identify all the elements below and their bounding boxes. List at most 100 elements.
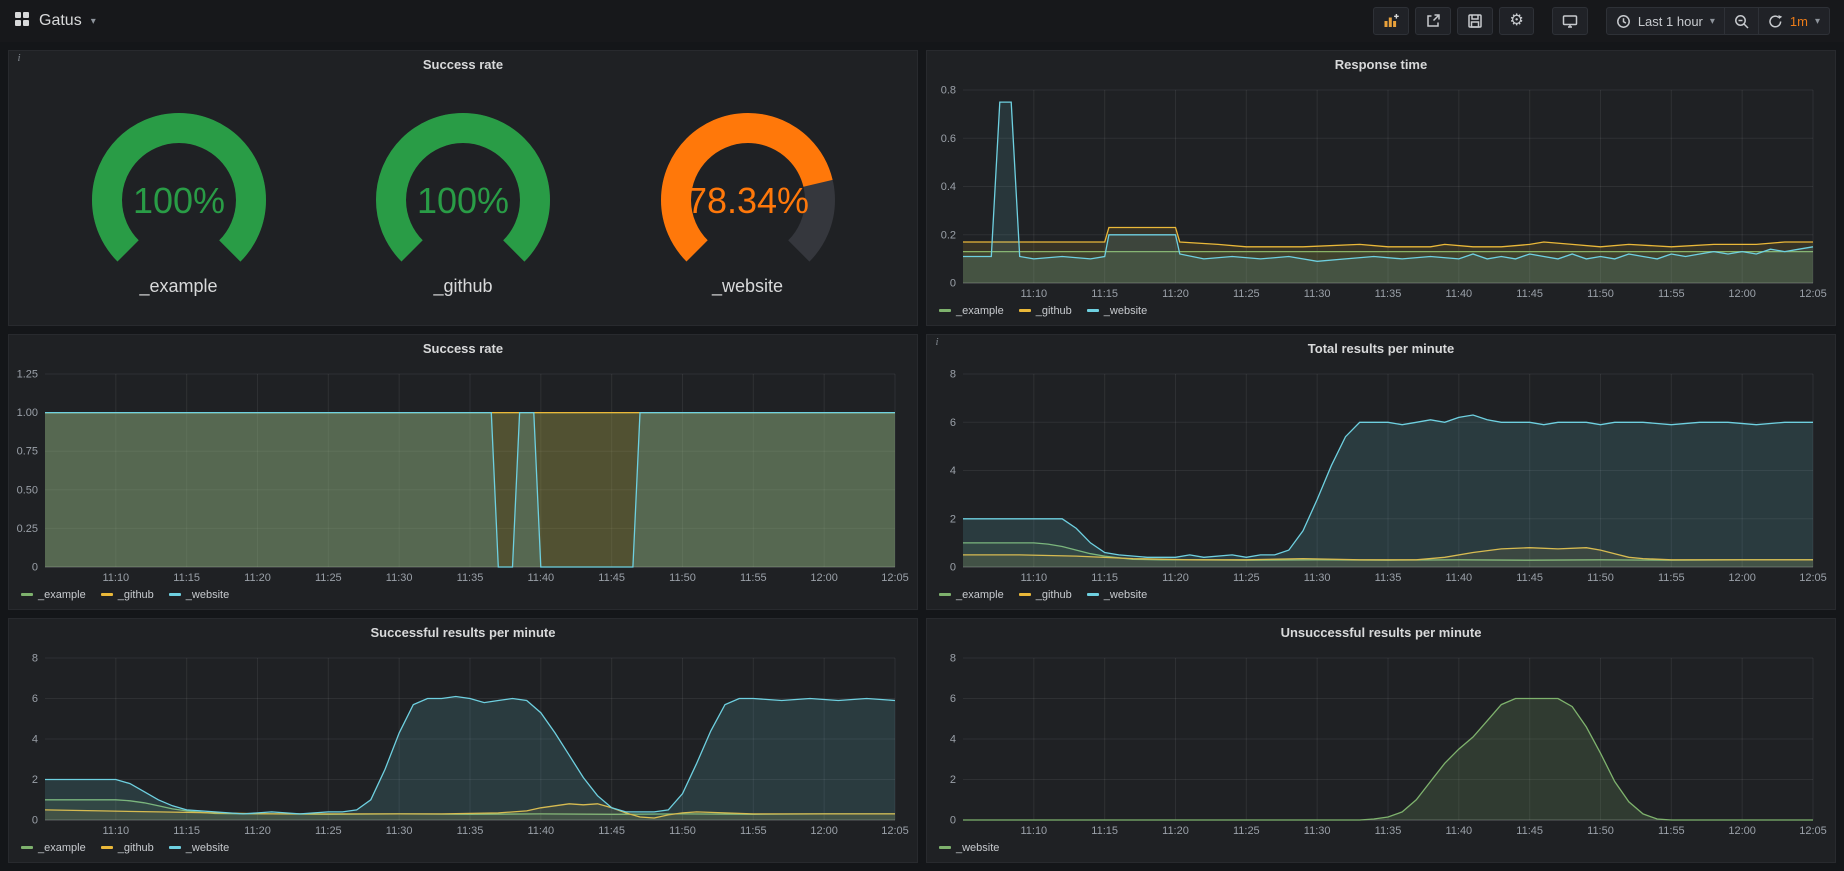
panel-success-rate-gauges: i Success rate 100% _example 100% _githu…	[8, 50, 918, 326]
svg-text:11:50: 11:50	[1587, 825, 1614, 837]
svg-text:0: 0	[32, 815, 38, 827]
svg-text:11:15: 11:15	[173, 572, 200, 584]
panel-total-results: i Total results per minute 0246811:1011:…	[926, 334, 1836, 610]
apps-grid-icon-svg	[14, 11, 30, 27]
svg-text:0.2: 0.2	[941, 229, 956, 241]
legend-item[interactable]: _github	[101, 842, 154, 854]
info-icon[interactable]: i	[930, 336, 944, 350]
svg-text:0.50: 0.50	[17, 484, 38, 496]
svg-text:12:05: 12:05	[1799, 288, 1827, 300]
panel-title[interactable]: Unsuccessful results per minute	[927, 619, 1835, 646]
svg-text:11:20: 11:20	[1162, 288, 1189, 300]
chart-legend: _example _github _website	[9, 585, 917, 609]
legend-item[interactable]: _website	[169, 589, 229, 601]
svg-text:11:20: 11:20	[1162, 572, 1189, 584]
legend-item[interactable]: _github	[101, 589, 154, 601]
gear-icon: ⚙	[1509, 13, 1523, 29]
legend-item[interactable]: _website	[1087, 589, 1147, 601]
time-controls-group: Last 1 hour ▾ 1m ▾	[1606, 7, 1830, 35]
svg-text:11:55: 11:55	[1658, 288, 1685, 300]
monitor-icon	[1562, 13, 1578, 29]
legend-item[interactable]: _example	[939, 589, 1004, 601]
dashboard-title[interactable]: Gatus	[39, 12, 82, 30]
svg-text:12:00: 12:00	[1728, 572, 1756, 584]
svg-text:11:25: 11:25	[1233, 572, 1260, 584]
info-icon[interactable]: i	[12, 52, 26, 66]
chevron-down-icon: ▾	[1815, 16, 1820, 27]
legend-item[interactable]: _github	[1019, 589, 1072, 601]
svg-text:12:00: 12:00	[810, 825, 838, 837]
chevron-down-icon[interactable]: ▾	[91, 16, 96, 27]
svg-text:0: 0	[32, 562, 38, 574]
svg-text:11:20: 11:20	[244, 572, 271, 584]
svg-text:11:45: 11:45	[598, 825, 625, 837]
legend-series-swatch	[939, 309, 951, 312]
chart-svg: 00.250.500.751.001.2511:1011:1511:2011:2…	[9, 362, 917, 585]
legend-series-swatch	[21, 846, 33, 849]
panel-success-rate-timeseries: Success rate 00.250.500.751.001.2511:101…	[8, 334, 918, 610]
legend-item[interactable]: _example	[21, 842, 86, 854]
panel-title[interactable]: Success rate	[9, 51, 917, 78]
svg-text:8: 8	[32, 653, 38, 665]
chart-legend: _example _github _website	[927, 301, 1835, 325]
svg-text:11:35: 11:35	[1375, 288, 1402, 300]
legend-item[interactable]: _website	[939, 842, 999, 854]
add-panel-button[interactable]	[1373, 7, 1409, 35]
svg-text:4: 4	[950, 465, 956, 477]
cycle-view-button[interactable]	[1552, 7, 1588, 35]
legend-item[interactable]: _example	[939, 305, 1004, 317]
gauge-arc: 100%	[64, 103, 294, 276]
panel-title[interactable]: Response time	[927, 51, 1835, 78]
svg-text:11:15: 11:15	[173, 825, 200, 837]
svg-text:2: 2	[950, 513, 956, 525]
svg-text:11:15: 11:15	[1091, 572, 1118, 584]
chart-legend: _website	[927, 838, 1835, 862]
svg-text:11:50: 11:50	[669, 572, 696, 584]
svg-text:11:40: 11:40	[527, 572, 554, 584]
svg-text:11:45: 11:45	[1516, 288, 1543, 300]
save-button[interactable]	[1457, 7, 1493, 35]
legend-series-swatch	[1019, 593, 1031, 596]
share-button[interactable]	[1415, 7, 1451, 35]
svg-text:11:35: 11:35	[1375, 825, 1402, 837]
panel-title[interactable]: Total results per minute	[927, 335, 1835, 362]
panel-title[interactable]: Successful results per minute	[9, 619, 917, 646]
gauge-github: 100% _github	[348, 103, 578, 297]
chart-svg: 0246811:1011:1511:2011:2511:3011:3511:40…	[927, 646, 1835, 838]
svg-text:11:20: 11:20	[244, 825, 271, 837]
svg-text:0.25: 0.25	[17, 523, 38, 535]
gauge-svg: 78.34%	[633, 103, 863, 271]
svg-text:4: 4	[32, 734, 38, 746]
apps-grid-icon[interactable]	[14, 11, 30, 32]
legend-item[interactable]: _website	[1087, 305, 1147, 317]
gauge-example: 100% _example	[64, 103, 294, 297]
panel-successful-results: Successful results per minute 0246811:10…	[8, 618, 918, 863]
svg-text:6: 6	[32, 693, 38, 705]
gauge-arc: 100%	[348, 103, 578, 276]
legend-series-swatch	[1087, 309, 1099, 312]
svg-text:11:40: 11:40	[527, 825, 554, 837]
svg-text:0.75: 0.75	[17, 446, 38, 458]
zoom-out-button[interactable]	[1725, 7, 1759, 35]
refresh-button[interactable]: 1m ▾	[1759, 7, 1830, 35]
legend-item[interactable]: _website	[169, 842, 229, 854]
svg-text:11:35: 11:35	[1375, 572, 1402, 584]
legend-item[interactable]: _example	[21, 589, 86, 601]
svg-text:6: 6	[950, 417, 956, 429]
svg-text:11:25: 11:25	[315, 825, 342, 837]
svg-text:12:05: 12:05	[1799, 825, 1827, 837]
panel-unsuccessful-results: Unsuccessful results per minute 0246811:…	[926, 618, 1836, 863]
svg-text:2: 2	[950, 774, 956, 786]
chart-svg: 00.20.40.60.811:1011:1511:2011:2511:3011…	[927, 78, 1835, 301]
time-range-picker[interactable]: Last 1 hour ▾	[1606, 7, 1725, 35]
settings-button[interactable]: ⚙	[1499, 7, 1533, 35]
svg-text:11:40: 11:40	[1445, 572, 1472, 584]
legend-item[interactable]: _github	[1019, 305, 1072, 317]
panel-title[interactable]: Success rate	[9, 335, 917, 362]
svg-text:11:20: 11:20	[1162, 825, 1189, 837]
refresh-interval-label: 1m	[1790, 14, 1808, 29]
svg-text:0.6: 0.6	[941, 133, 956, 145]
response-time-chart: 00.20.40.60.811:1011:1511:2011:2511:3011…	[927, 78, 1835, 301]
chart-svg: 0246811:1011:1511:2011:2511:3011:3511:40…	[927, 362, 1835, 585]
legend-series-swatch	[169, 846, 181, 849]
